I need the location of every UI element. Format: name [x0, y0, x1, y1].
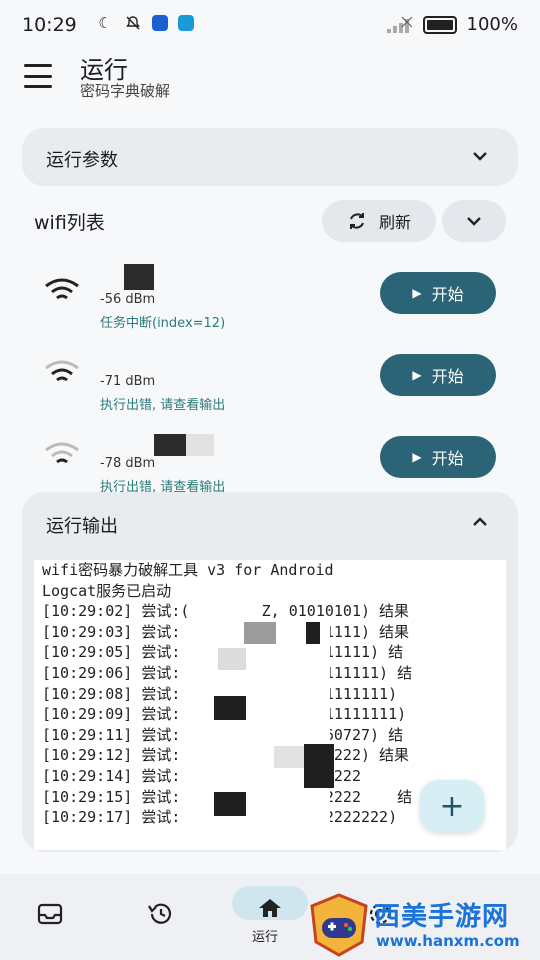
mute-bell-icon — [124, 14, 142, 32]
wifi-dropdown-button[interactable] — [442, 200, 506, 242]
status-time: 10:29 — [22, 14, 77, 36]
wifi-strong-icon — [45, 278, 79, 300]
upload-notification-icon — [178, 15, 194, 31]
redaction-mask — [214, 696, 246, 720]
wifi-item[interactable]: -78 dBm 执行出错, 请查看输出 ▶ 开始 — [44, 422, 504, 495]
play-icon: ▶ — [412, 286, 422, 300]
wifi-medium-icon — [45, 360, 79, 382]
run-params-title: 运行参数 — [46, 150, 118, 171]
log-line: wifi密码暴力破解工具 v3 for Android — [42, 561, 334, 579]
gamepad-logo-icon — [310, 893, 368, 957]
cell-signal-icon — [386, 16, 412, 33]
wifi-item[interactable]: -71 dBm 执行出错, 请查看输出 ▶ 开始 — [44, 340, 504, 413]
add-fab-button[interactable]: + — [420, 780, 484, 832]
ssid-redacted — [186, 434, 214, 456]
redaction-mask — [306, 622, 320, 644]
run-params-card[interactable]: 运行参数 — [22, 128, 518, 186]
status-icons: ☾ — [96, 14, 194, 32]
battery-icon — [422, 15, 457, 34]
chevron-down-icon[interactable] — [472, 150, 488, 162]
start-button[interactable]: ▶ 开始 — [380, 436, 496, 478]
nav-run-label: 运行 — [252, 930, 279, 945]
plus-icon: + — [439, 788, 465, 824]
status-right: 100% — [386, 14, 518, 35]
app-notification-icon — [152, 15, 168, 31]
run-output-title: 运行输出 — [46, 516, 118, 537]
wifi-rssi: -56 dBm — [100, 292, 156, 307]
battery-percent: 100% — [466, 14, 518, 35]
redaction-mask — [244, 622, 276, 644]
watermark: 西美手游网 www.hanxm.com — [304, 890, 540, 960]
watermark-name: 西美手游网 — [374, 902, 510, 932]
start-button[interactable]: ▶ 开始 — [380, 272, 496, 314]
wifi-state: 执行出错, 请查看输出 — [100, 398, 226, 413]
log-line: Logcat服务已启动 — [42, 581, 172, 600]
history-icon — [148, 903, 172, 924]
start-label: 开始 — [431, 449, 464, 468]
play-icon: ▶ — [412, 368, 422, 382]
wifi-rssi: -71 dBm — [100, 374, 156, 389]
redaction-mask — [218, 648, 246, 670]
page-subtitle: 密码字典破解 — [80, 82, 171, 100]
ssid-redacted — [124, 264, 154, 290]
nav-inbox[interactable] — [30, 894, 70, 934]
start-label: 开始 — [431, 367, 464, 386]
ssid-redacted — [154, 434, 186, 456]
home-icon — [250, 888, 290, 928]
redaction-mask — [274, 746, 304, 768]
moon-icon: ☾ — [98, 14, 112, 32]
refresh-icon — [349, 213, 364, 229]
inbox-icon — [37, 903, 63, 925]
watermark-url: www.hanxm.com — [376, 932, 520, 950]
redaction-mask — [304, 744, 334, 788]
redaction-mask — [214, 792, 246, 816]
refresh-label: 刷新 — [378, 213, 411, 232]
start-label: 开始 — [431, 285, 464, 304]
chevron-down-icon — [467, 217, 481, 226]
start-button[interactable]: ▶ 开始 — [380, 354, 496, 396]
wifi-item[interactable]: -56 dBm 任务中断(index=12) ▶ 开始 — [44, 258, 504, 331]
wifi-weak-icon — [45, 442, 79, 464]
play-icon: ▶ — [412, 450, 422, 464]
menu-icon[interactable] — [24, 64, 52, 88]
wifi-rssi: -78 dBm — [100, 456, 156, 471]
chevron-up-icon[interactable] — [472, 516, 488, 528]
wifi-state: 任务中断(index=12) — [100, 316, 226, 331]
wifi-list-title: wifi列表 — [34, 212, 105, 234]
log-line: [10:29:02] 尝试:( Z, 01010101) 结果 — [42, 602, 410, 621]
refresh-button[interactable]: 刷新 — [322, 200, 436, 242]
nav-history[interactable] — [140, 894, 180, 934]
